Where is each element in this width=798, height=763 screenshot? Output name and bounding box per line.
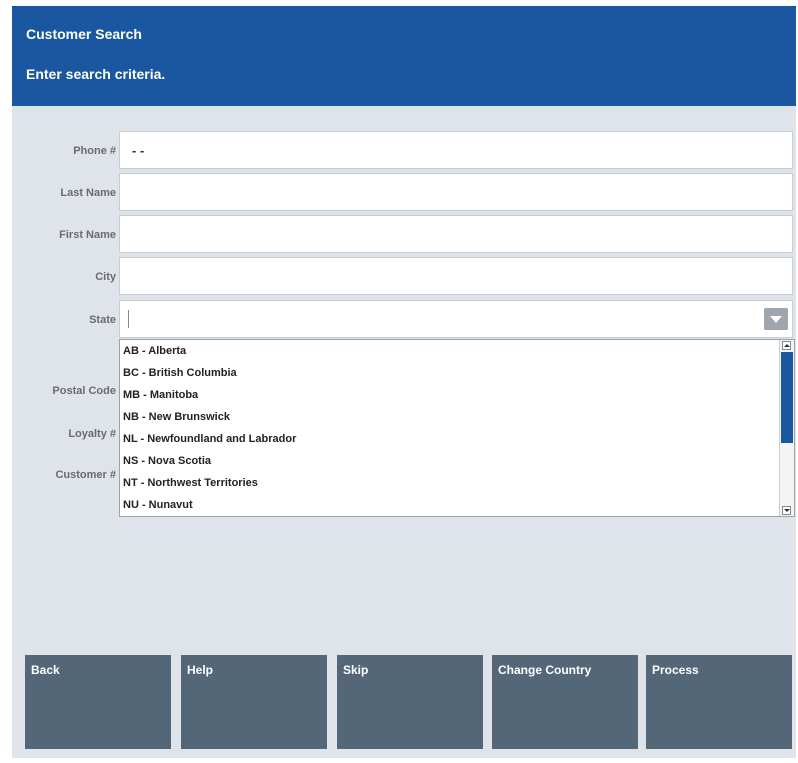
customer-number-label: Customer # — [55, 469, 116, 481]
dropdown-option[interactable]: NB - New Brunswick — [123, 406, 230, 428]
state-label: State — [89, 314, 116, 326]
scroll-down-arrow-icon[interactable] — [782, 506, 791, 515]
last-name-input[interactable] — [119, 173, 793, 211]
dropdown-option[interactable]: NT - Northwest Territories — [123, 472, 258, 494]
dropdown-option[interactable]: BC - British Columbia — [123, 362, 237, 384]
phone-row: Phone # - - — [12, 131, 796, 171]
state-select[interactable] — [119, 300, 793, 338]
dropdown-arrow-icon[interactable] — [764, 308, 788, 330]
first-name-label: First Name — [59, 229, 116, 241]
process-button[interactable]: Process — [646, 655, 792, 749]
last-name-row: Last Name — [12, 173, 796, 213]
first-name-row: First Name — [12, 215, 796, 255]
text-cursor — [128, 310, 129, 328]
customer-search-window: Customer Search Enter search criteria. P… — [12, 6, 796, 758]
dropdown-option[interactable]: AB - Alberta — [123, 340, 186, 362]
dropdown-scrollbar[interactable] — [779, 340, 794, 516]
help-button[interactable]: Help — [181, 655, 327, 749]
scroll-up-arrow-icon[interactable] — [782, 341, 791, 350]
change-country-button[interactable]: Change Country — [492, 655, 638, 749]
dropdown-option[interactable]: NU - Nunavut — [123, 494, 193, 516]
state-row: State — [12, 300, 796, 340]
phone-label: Phone # — [73, 145, 116, 157]
city-label: City — [95, 271, 116, 283]
last-name-label: Last Name — [60, 187, 116, 199]
page-title: Customer Search — [26, 26, 142, 42]
postal-code-label: Postal Code — [52, 385, 116, 397]
first-name-input[interactable] — [119, 215, 793, 253]
dropdown-option[interactable]: MB - Manitoba — [123, 384, 198, 406]
scroll-thumb[interactable] — [781, 352, 793, 443]
city-row: City — [12, 257, 796, 297]
phone-input[interactable]: - - — [119, 131, 793, 169]
back-button[interactable]: Back — [25, 655, 171, 749]
state-dropdown-list[interactable]: AB - Alberta BC - British Columbia MB - … — [119, 339, 795, 517]
header-bar: Customer Search Enter search criteria. — [12, 6, 796, 106]
dropdown-option[interactable]: NL - Newfoundland and Labrador — [123, 428, 296, 450]
skip-button[interactable]: Skip — [337, 655, 483, 749]
page-subtitle: Enter search criteria. — [26, 66, 166, 82]
dropdown-option[interactable]: NS - Nova Scotia — [123, 450, 211, 472]
loyalty-label: Loyalty # — [68, 428, 116, 440]
city-input[interactable] — [119, 257, 793, 295]
